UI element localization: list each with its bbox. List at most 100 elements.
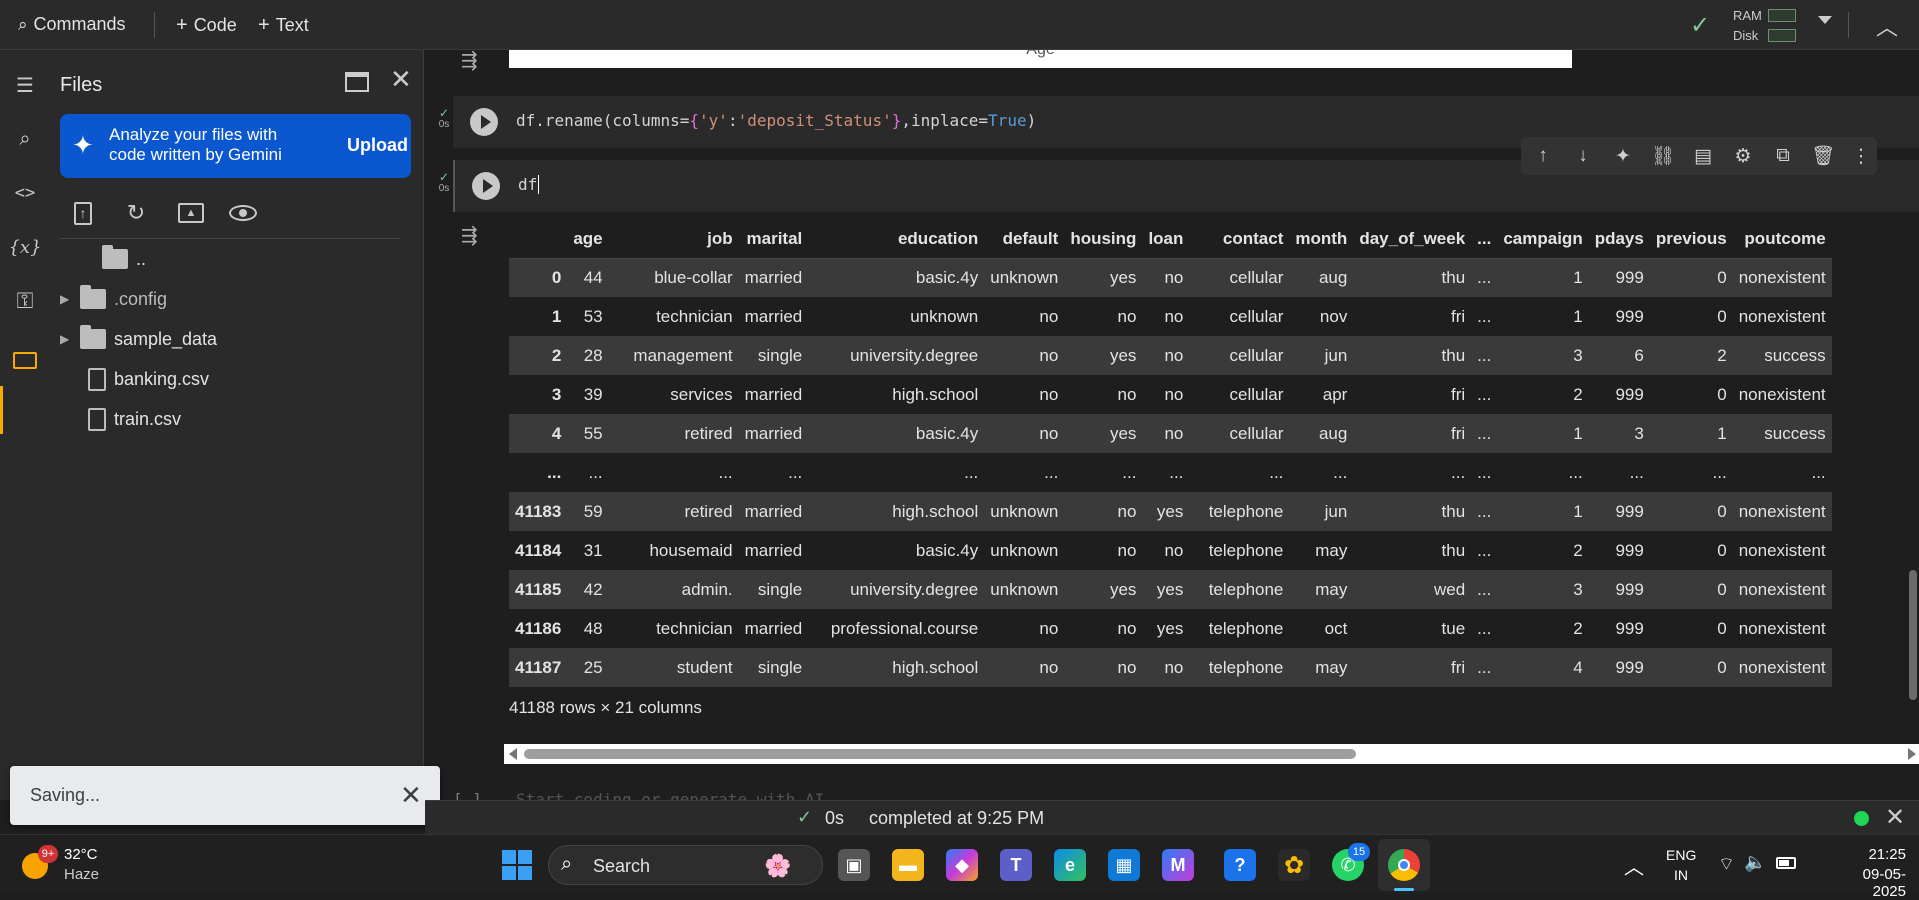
top-toolbar: ⌕ Commands + Code + Text ✓ RAM Disk ︿ [0,0,1919,50]
whatsapp-badge: 15 [1348,843,1370,861]
table-cell: 39 [583,384,603,404]
table-cell: 999 [1588,492,1650,531]
gemini-banner[interactable]: ✦ Analyze your files with code written b… [60,114,411,178]
ram-label[interactable]: RAM [1733,8,1762,23]
run-cell-button[interactable] [472,172,500,200]
mount-drive-icon[interactable]: ▲ [176,198,206,228]
windows-start-icon[interactable] [502,850,532,880]
copilot-icon[interactable]: ◆ [946,849,978,881]
clock-date[interactable]: 09-05-2025 [1832,866,1906,900]
weather-widget[interactable]: 9+ [20,845,58,881]
runtime-dropdown-icon[interactable] [1818,16,1832,24]
edge-browser-icon[interactable]: e [1054,849,1086,881]
caret-right-icon[interactable]: ▶ [60,332,72,346]
vertical-scrollbar-thumb[interactable] [1909,570,1917,700]
secrets-key-icon[interactable]: ⚿ [10,286,40,316]
upload-button[interactable]: Upload [347,135,408,156]
close-icon[interactable]: ✕ [400,780,422,811]
add-code-button[interactable]: + Code [176,14,237,37]
cell2-exec-status: ✓ 0s [434,171,454,194]
task-view-icon[interactable]: ▣ [838,849,870,881]
file-explorer-icon[interactable]: ▬ [892,849,924,881]
table-cell: oct [1324,618,1348,638]
more-options-icon[interactable]: ⋮ [1849,144,1873,168]
table-row: 1 53 technician married unknown no no no cellula… [509,297,1832,336]
open-in-tab-icon[interactable] [345,72,369,92]
tree-item-banking-csv[interactable]: banking.csv [88,365,209,393]
close-panel-icon[interactable]: ✕ [390,64,412,95]
code-token: { [689,111,700,130]
table-cell: university.degree [808,570,985,609]
table-cell: 2 [1649,336,1733,375]
scroll-left-icon[interactable] [509,748,517,760]
battery-icon[interactable] [1776,857,1796,869]
table-cell: 55 [567,414,609,453]
tree-item-parent[interactable]: .. [82,245,146,273]
table-cell: 999 [1615,618,1644,638]
link-icon[interactable]: ⛓ [1651,144,1675,168]
scrollbar-thumb[interactable] [524,749,1356,759]
comment-icon[interactable]: ▤ [1691,144,1715,168]
column-header: housing [1064,221,1143,259]
settings-gear-icon[interactable]: ⚙ [1731,144,1755,168]
taskbar-search-box[interactable]: ⌕ Search 🌸 [548,845,823,885]
show-hidden-files-icon[interactable] [228,198,258,228]
status-completed-text[interactable]: completed at 9:25 PM [869,808,1044,829]
output-actions-icon[interactable]: ⇶ [461,223,478,248]
collapse-header-icon[interactable]: ︿ [1876,10,1898,42]
table-of-contents-icon[interactable]: ☰ [10,70,40,100]
table-cell: ... [1477,306,1492,326]
tree-item-label: .. [136,248,147,269]
cell2-code[interactable]: df [518,175,540,194]
next-cell-placeholder[interactable]: Start coding or generate with AI. [516,790,834,800]
output-actions-icon[interactable]: ⇶ [461,50,478,73]
help-icon[interactable]: ? [1224,849,1256,881]
language-bottom[interactable]: IN [1666,867,1696,883]
table-cell: high.school [808,492,985,531]
chrome-icon[interactable] [1388,849,1420,881]
cell1-code[interactable]: df.rename(columns={'y':'deposit_Status'}… [516,111,1036,130]
tree-item-config[interactable]: ▶ .config [60,285,167,313]
gemini-sparkle-icon[interactable]: ✦ [1611,144,1635,168]
files-folder-icon[interactable] [10,345,40,375]
wifi-icon[interactable]: ⌔ [1718,853,1735,876]
column-header: campaign [1497,221,1589,259]
volume-icon[interactable]: 🔈 [1744,852,1766,873]
language-top[interactable]: ENG [1666,847,1696,863]
table-cell: 999 [1615,384,1644,404]
tree-item-train-csv[interactable]: train.csv [88,405,181,433]
table-cell: 28 [567,336,609,375]
table-cell: nonexistent [1738,306,1826,326]
code-snippets-icon[interactable]: <> [10,178,40,208]
run-cell-button[interactable] [470,108,498,136]
photos-icon[interactable]: ✿ [1278,849,1310,881]
table-cell: ... [1169,462,1184,482]
microsoft-store-icon[interactable]: ▦ [1108,849,1140,881]
empty-code-cell[interactable]: [ ] Start coding or generate with AI. [453,778,1919,800]
tree-item-sample-data[interactable]: ▶ sample_data [60,325,217,353]
commands-button[interactable]: ⌕ Commands [18,14,126,35]
code-token: } [891,111,902,130]
table-cell: 0 [1717,618,1727,638]
move-up-icon[interactable]: ↑ [1531,144,1555,168]
clock-time[interactable]: 21:25 [1832,846,1906,863]
disk-label[interactable]: Disk [1733,28,1758,43]
caret-right-icon[interactable]: ▶ [60,292,72,306]
teams-icon[interactable]: T [1000,849,1032,881]
close-icon[interactable]: ✕ [1885,803,1905,832]
table-cell: ... [964,462,979,482]
scroll-right-icon[interactable] [1908,748,1916,760]
show-hidden-icons-icon[interactable]: ︿ [1624,851,1644,880]
horizontal-scrollbar[interactable] [504,744,1919,764]
table-cell: no [1117,540,1137,560]
variables-icon[interactable]: {x} [8,232,41,262]
refresh-icon[interactable]: ↻ [121,198,151,228]
table-cell: no [984,414,1065,453]
find-replace-icon[interactable]: ⌕ [10,124,40,154]
m365-icon[interactable]: M [1162,849,1194,881]
move-down-icon[interactable]: ↓ [1571,144,1595,168]
add-text-button[interactable]: + Text [258,14,309,37]
upload-file-icon[interactable]: ↑ [68,198,98,228]
mirror-cell-icon[interactable]: ⧉ [1771,144,1795,168]
delete-trash-icon[interactable]: 🗑 [1811,144,1835,168]
